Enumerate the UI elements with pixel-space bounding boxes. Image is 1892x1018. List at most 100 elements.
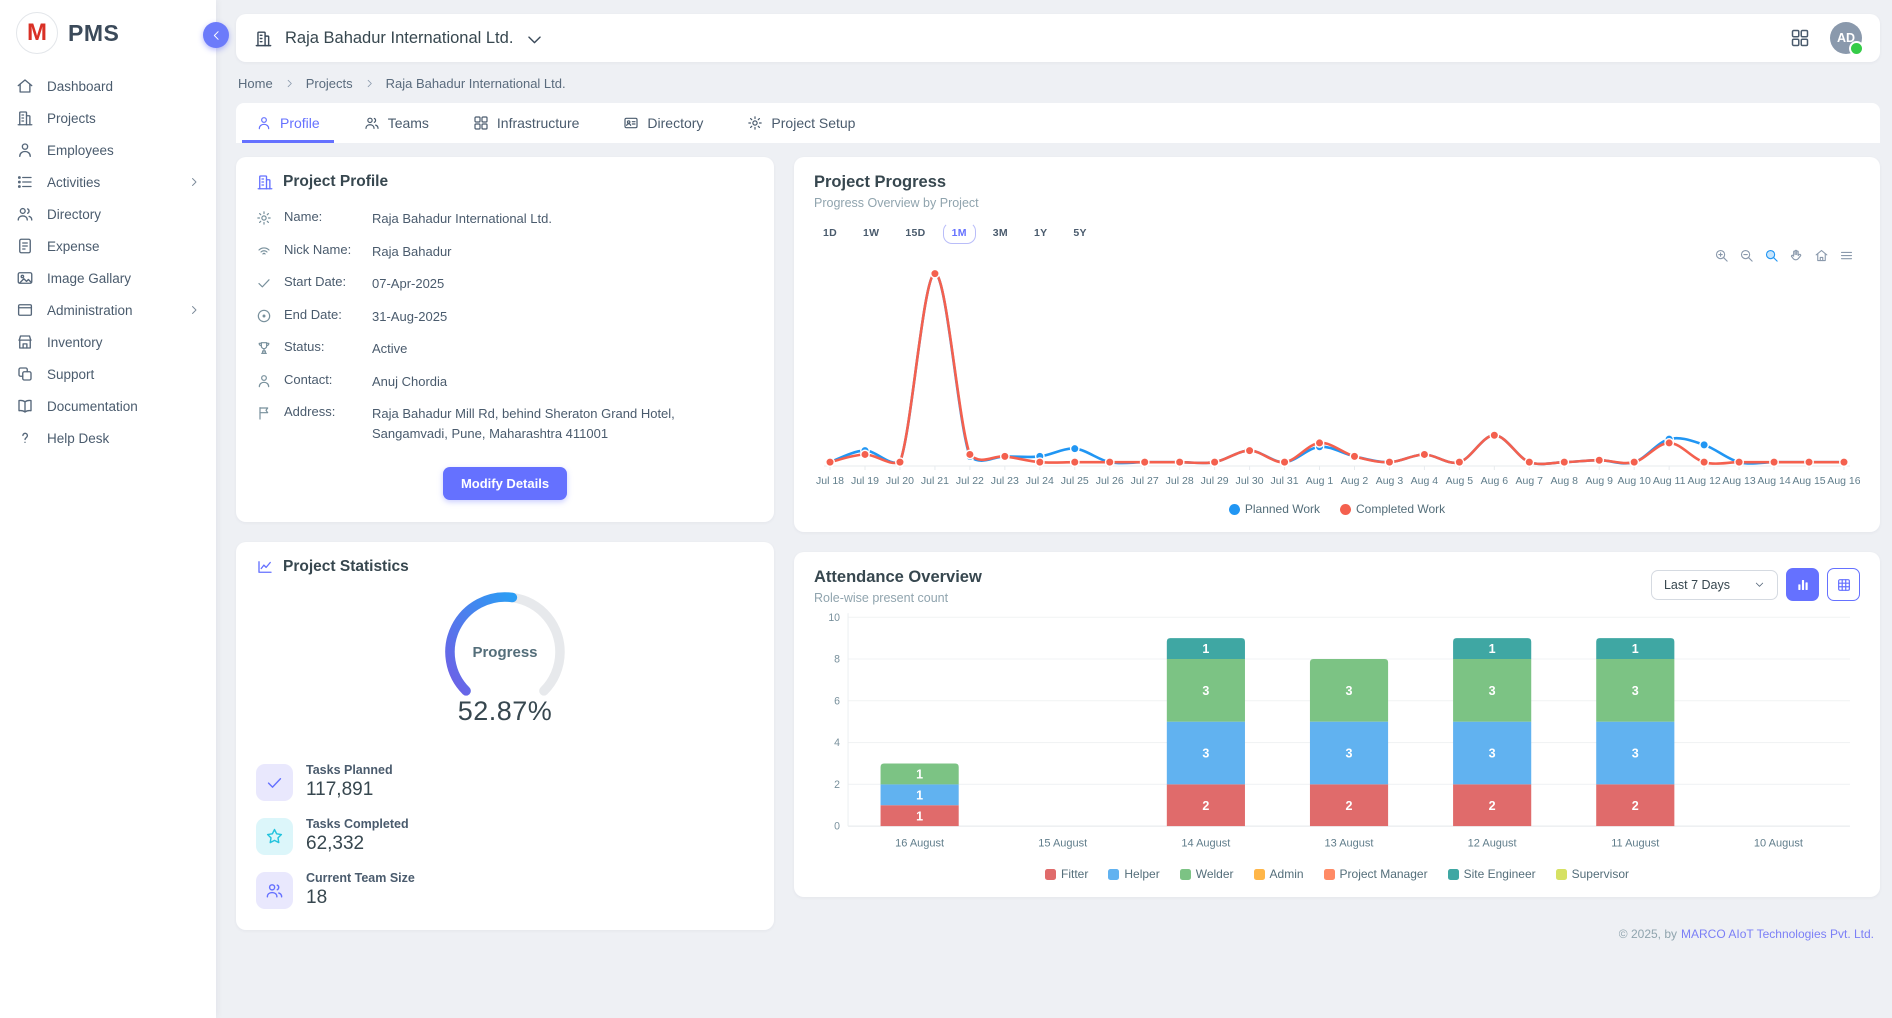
stat-tasks-completed: Tasks Completed62,332	[256, 817, 754, 855]
person-icon	[256, 115, 272, 131]
logo: M PMS	[0, 0, 216, 66]
avatar[interactable]: AD	[1830, 22, 1862, 54]
legend-item-supervisor[interactable]: Supervisor	[1556, 867, 1629, 881]
svg-text:2: 2	[1489, 799, 1496, 813]
view-toggles	[1786, 568, 1860, 601]
card-subtitle: Progress Overview by Project	[814, 196, 1860, 210]
range-button-5y[interactable]: 5Y	[1064, 222, 1095, 244]
svg-text:1: 1	[1202, 642, 1209, 656]
svg-text:3: 3	[1489, 746, 1496, 760]
pan-icon[interactable]	[1789, 248, 1804, 263]
stat-text: Tasks Completed62,332	[306, 817, 409, 855]
sidebar-item-documentation[interactable]: Documentation	[0, 390, 216, 422]
tab-directory[interactable]: Directory	[609, 103, 717, 143]
tab-project-setup[interactable]: Project Setup	[733, 103, 869, 143]
apps-grid-button[interactable]	[1790, 28, 1810, 48]
svg-text:Jul 19: Jul 19	[851, 475, 879, 487]
card-title: Project Progress	[814, 173, 1860, 192]
legend-marker	[1229, 504, 1240, 515]
profile-field-nick-name: Nick Name:Raja Bahadur	[256, 242, 754, 262]
line-chart[interactable]: Jul 18Jul 19Jul 20Jul 21Jul 22Jul 23Jul …	[814, 248, 1860, 500]
table-view-button[interactable]	[1827, 568, 1860, 601]
trophy-icon	[256, 340, 272, 356]
range-button-1y[interactable]: 1Y	[1025, 222, 1056, 244]
svg-text:1: 1	[916, 767, 923, 781]
home-icon[interactable]	[1814, 248, 1829, 263]
range-button-1m[interactable]: 1M	[943, 222, 976, 244]
legend-label: Admin	[1270, 867, 1304, 881]
range-button-1w[interactable]: 1W	[854, 222, 888, 244]
svg-text:Aug 16: Aug 16	[1827, 475, 1860, 487]
gauge-arc: Progress	[410, 586, 600, 698]
legend-marker	[1556, 869, 1567, 880]
company-link[interactable]: MARCO AIoT Technologies Pvt. Ltd.	[1681, 927, 1874, 941]
card-title: Project Profile	[283, 173, 388, 191]
svg-text:0: 0	[834, 821, 840, 833]
breadcrumb-item[interactable]: Projects	[306, 76, 353, 91]
line-chart-zone: Jul 18Jul 19Jul 20Jul 21Jul 22Jul 23Jul …	[814, 248, 1860, 516]
svg-text:3: 3	[1632, 684, 1639, 698]
svg-text:Jul 23: Jul 23	[991, 475, 1019, 487]
svg-text:Aug 1: Aug 1	[1306, 475, 1334, 487]
sidebar-item-label: Administration	[47, 303, 133, 318]
sidebar-item-activities[interactable]: Activities	[0, 166, 216, 198]
sidebar-collapse-button[interactable]	[203, 22, 229, 48]
sidebar-item-image-gallary[interactable]: Image Gallary	[0, 262, 216, 294]
sidebar-item-employees[interactable]: Employees	[0, 134, 216, 166]
breadcrumb-item[interactable]: Home	[238, 76, 273, 91]
legend-label: Supervisor	[1572, 867, 1629, 881]
field-value: Active	[372, 339, 407, 359]
svg-text:6: 6	[834, 695, 840, 707]
activities-icon	[16, 173, 34, 191]
profile-field-end-date: End Date:31-Aug-2025	[256, 307, 754, 327]
tab-label: Directory	[647, 115, 703, 131]
svg-text:13 August: 13 August	[1325, 837, 1375, 849]
legend-item-completed-work[interactable]: Completed Work	[1340, 502, 1445, 516]
employees-icon	[16, 141, 34, 159]
sidebar-item-inventory[interactable]: Inventory	[0, 326, 216, 358]
sidebar-item-label: Inventory	[47, 335, 103, 350]
zoom-in-icon[interactable]	[1714, 248, 1729, 263]
legend-item-admin[interactable]: Admin	[1254, 867, 1304, 881]
sidebar-item-expense[interactable]: Expense	[0, 230, 216, 262]
sidebar-item-support[interactable]: Support	[0, 358, 216, 390]
range-button-15d[interactable]: 15D	[896, 222, 934, 244]
sidebar-item-help-desk[interactable]: Help Desk	[0, 422, 216, 454]
chevron-down-icon	[525, 30, 544, 49]
tab-profile[interactable]: Profile	[242, 103, 334, 143]
zoom-out-icon[interactable]	[1739, 248, 1754, 263]
stacked-bar-chart[interactable]: 024681016 August11115 August14 August233…	[814, 607, 1860, 865]
svg-text:Jul 31: Jul 31	[1271, 475, 1299, 487]
sidebar-item-dashboard[interactable]: Dashboard	[0, 70, 216, 102]
legend-item-helper[interactable]: Helper	[1108, 867, 1159, 881]
range-button-1d[interactable]: 1D	[814, 222, 846, 244]
project-progress-card: Project Progress Progress Overview by Pr…	[794, 157, 1880, 532]
company-selector[interactable]: Raja Bahadur International Ltd.	[254, 28, 544, 49]
card-title: Project Statistics	[283, 558, 409, 576]
range-select[interactable]: Last 7 Days	[1651, 570, 1778, 600]
sidebar-item-projects[interactable]: Projects	[0, 102, 216, 134]
field-value: 31-Aug-2025	[372, 307, 447, 327]
modify-details-button[interactable]: Modify Details	[443, 467, 567, 500]
tab-infrastructure[interactable]: Infrastructure	[459, 103, 593, 143]
stat-text: Tasks Planned117,891	[306, 763, 393, 801]
legend-item-project-manager[interactable]: Project Manager	[1324, 867, 1428, 881]
sidebar-item-directory[interactable]: Directory	[0, 198, 216, 230]
legend-item-site-engineer[interactable]: Site Engineer	[1448, 867, 1536, 881]
check-icon	[256, 764, 293, 801]
menu-icon[interactable]	[1839, 248, 1854, 263]
sidebar-item-administration[interactable]: Administration	[0, 294, 216, 326]
bar-view-button[interactable]	[1786, 568, 1819, 601]
legend-item-fitter[interactable]: Fitter	[1045, 867, 1088, 881]
logo-mark: M	[16, 12, 58, 54]
legend-item-welder[interactable]: Welder	[1180, 867, 1234, 881]
svg-text:8: 8	[834, 653, 840, 665]
people-icon	[16, 205, 34, 223]
legend-item-planned-work[interactable]: Planned Work	[1229, 502, 1320, 516]
range-button-3m[interactable]: 3M	[984, 222, 1017, 244]
target-icon	[256, 308, 272, 324]
stat-label: Tasks Planned	[306, 763, 393, 777]
svg-text:2: 2	[834, 779, 840, 791]
tab-teams[interactable]: Teams	[350, 103, 443, 143]
selection-zoom-icon[interactable]	[1764, 248, 1779, 263]
